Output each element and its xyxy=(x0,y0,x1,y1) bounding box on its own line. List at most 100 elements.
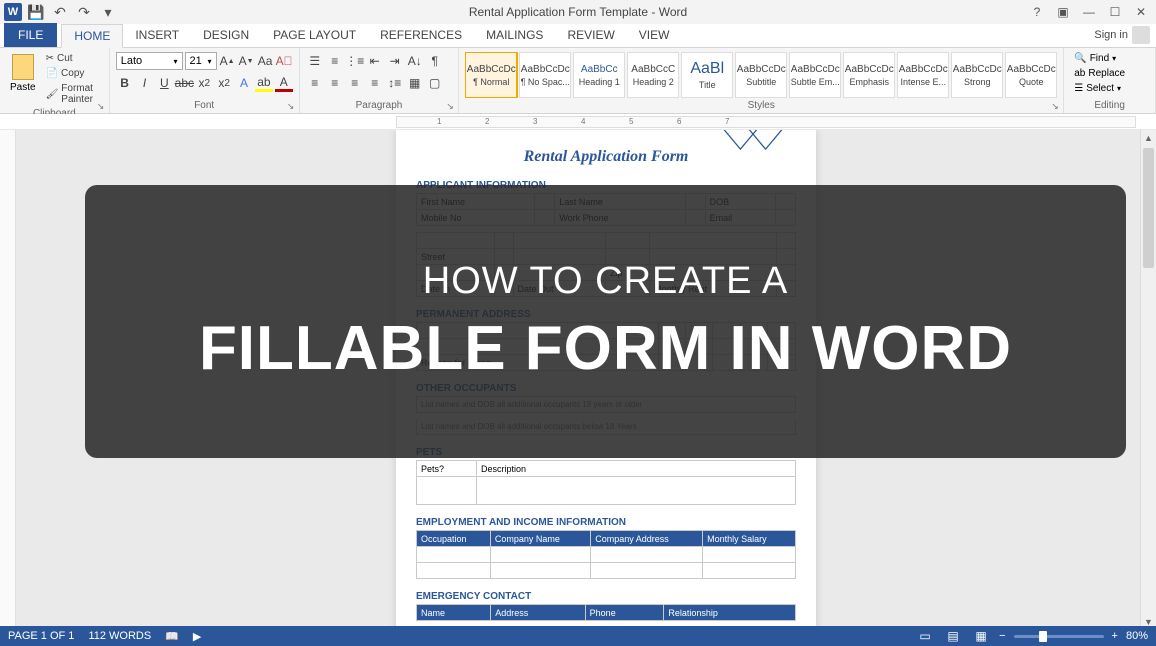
signin-link[interactable]: Sign in xyxy=(1094,26,1150,44)
page-indicator[interactable]: PAGE 1 OF 1 xyxy=(8,630,74,642)
tab-insert[interactable]: INSERT xyxy=(123,23,191,47)
employment-table: OccupationCompany NameCompany AddressMon… xyxy=(416,530,796,579)
group-editing: 🔍Find▾ abReplace ☰Select▾ Editing xyxy=(1064,48,1156,113)
style-subtitle[interactable]: AaBbCcDcSubtitle xyxy=(735,52,787,98)
minimize-icon[interactable]: — xyxy=(1078,2,1100,22)
italic-button[interactable]: I xyxy=(136,74,154,92)
numbering-icon[interactable]: ≡ xyxy=(326,52,344,70)
styles-label: Styles xyxy=(465,100,1057,111)
tab-file[interactable]: FILE xyxy=(4,23,57,47)
strikethrough-button[interactable]: abc xyxy=(175,74,193,92)
tab-references[interactable]: REFERENCES xyxy=(368,23,474,47)
overlay-title-line2: FILLABLE FORM IN WORD xyxy=(199,313,1012,384)
line-spacing-icon[interactable]: ↕≡ xyxy=(386,74,404,92)
tab-home[interactable]: HOME xyxy=(61,24,123,48)
tab-design[interactable]: DESIGN xyxy=(191,23,261,47)
style-intense-e-[interactable]: AaBbCcDcIntense E... xyxy=(897,52,949,98)
ribbon-tabs: FILE HOME INSERT DESIGN PAGE LAYOUT REFE… xyxy=(0,24,1156,48)
group-font: Lato▾ 21▾ A▲ A▼ Aa A⃠ B I U abc x2 x2 A … xyxy=(110,48,300,113)
tab-view[interactable]: VIEW xyxy=(627,23,682,47)
zoom-out-button[interactable]: − xyxy=(999,630,1005,642)
align-right-icon[interactable]: ≡ xyxy=(346,74,364,92)
spell-check-icon[interactable]: 📖 xyxy=(165,630,179,643)
replace-button[interactable]: abReplace xyxy=(1070,67,1149,80)
close-icon[interactable]: ✕ xyxy=(1130,2,1152,22)
ruler-horizontal[interactable]: 1234567 xyxy=(0,114,1156,130)
style-heading-2[interactable]: AaBbCcCHeading 2 xyxy=(627,52,679,98)
emergency-table: NameAddressPhoneRelationship xyxy=(416,604,796,621)
font-size-select[interactable]: 21▾ xyxy=(185,52,217,70)
align-center-icon[interactable]: ≡ xyxy=(326,74,344,92)
chevron-down-icon: ▾ xyxy=(174,57,178,66)
style-title[interactable]: AaBlTitle xyxy=(681,52,733,98)
show-marks-icon[interactable]: ¶ xyxy=(426,52,444,70)
underline-button[interactable]: U xyxy=(155,74,173,92)
font-launcher[interactable]: ↘ xyxy=(287,101,297,111)
justify-icon[interactable]: ≡ xyxy=(366,74,384,92)
tab-page-layout[interactable]: PAGE LAYOUT xyxy=(261,23,368,47)
paragraph-launcher[interactable]: ↘ xyxy=(446,101,456,111)
clear-format-icon[interactable]: A⃠ xyxy=(276,52,293,70)
borders-icon[interactable]: ▢ xyxy=(426,74,444,92)
cut-icon: ✂ xyxy=(46,53,54,64)
bullets-icon[interactable]: ☰ xyxy=(306,52,324,70)
sort-icon[interactable]: A↓ xyxy=(406,52,424,70)
save-icon[interactable]: 💾 xyxy=(26,2,46,22)
titlebar: W 💾 ↶ ↷ ▾ Rental Application Form Templa… xyxy=(0,0,1156,24)
copy-button[interactable]: 📄Copy xyxy=(44,67,103,80)
zoom-slider[interactable] xyxy=(1014,635,1104,638)
tab-mailings[interactable]: MAILINGS xyxy=(474,23,555,47)
maximize-icon[interactable]: ☐ xyxy=(1104,2,1126,22)
styles-launcher[interactable]: ↘ xyxy=(1051,101,1061,111)
scroll-up-icon[interactable]: ▲ xyxy=(1141,130,1156,146)
style-subtle-em-[interactable]: AaBbCcDcSubtle Em... xyxy=(789,52,841,98)
increase-indent-icon[interactable]: ⇥ xyxy=(386,52,404,70)
style-heading-1[interactable]: AaBbCcHeading 1 xyxy=(573,52,625,98)
superscript-button[interactable]: x2 xyxy=(215,74,233,92)
change-case-icon[interactable]: Aa xyxy=(257,52,274,70)
align-left-icon[interactable]: ≡ xyxy=(306,74,324,92)
ribbon-display-icon[interactable]: ▣ xyxy=(1052,2,1074,22)
redo-icon[interactable]: ↷ xyxy=(74,2,94,22)
paste-button[interactable]: Paste xyxy=(6,52,40,95)
find-icon: 🔍 xyxy=(1074,53,1086,64)
ruler-vertical[interactable] xyxy=(0,130,16,630)
shading-icon[interactable]: ▦ xyxy=(406,74,424,92)
style-strong[interactable]: AaBbCcDcStrong xyxy=(951,52,1003,98)
bold-button[interactable]: B xyxy=(116,74,134,92)
subscript-button[interactable]: x2 xyxy=(195,74,213,92)
format-painter-button[interactable]: 🖌Format Painter xyxy=(44,82,103,106)
scroll-thumb[interactable] xyxy=(1143,148,1154,268)
text-effects-icon[interactable]: A xyxy=(235,74,253,92)
ribbon: Paste ✂Cut 📄Copy 🖌Format Painter Clipboa… xyxy=(0,48,1156,114)
undo-icon[interactable]: ↶ xyxy=(50,2,70,22)
font-color-icon[interactable]: A xyxy=(275,74,293,92)
styles-gallery[interactable]: AaBbCcDc¶ NormalAaBbCcDc¶ No Spac...AaBb… xyxy=(465,52,1057,98)
style-emphasis[interactable]: AaBbCcDcEmphasis xyxy=(843,52,895,98)
font-name-select[interactable]: Lato▾ xyxy=(116,52,183,70)
print-layout-icon[interactable]: ▤ xyxy=(943,628,963,644)
zoom-in-button[interactable]: + xyxy=(1112,630,1118,642)
read-mode-icon[interactable]: ▭ xyxy=(915,628,935,644)
zoom-level[interactable]: 80% xyxy=(1126,630,1148,642)
cut-button[interactable]: ✂Cut xyxy=(44,52,103,65)
clipboard-launcher[interactable]: ↘ xyxy=(97,101,107,111)
word-count[interactable]: 112 WORDS xyxy=(88,630,151,642)
grow-font-icon[interactable]: A▲ xyxy=(219,52,236,70)
multilevel-icon[interactable]: ⋮≡ xyxy=(346,52,364,70)
select-button[interactable]: ☰Select▾ xyxy=(1070,82,1149,95)
qat-customize-icon[interactable]: ▾ xyxy=(98,2,118,22)
tab-review[interactable]: REVIEW xyxy=(555,23,626,47)
help-icon[interactable]: ? xyxy=(1026,2,1048,22)
style--normal[interactable]: AaBbCcDc¶ Normal xyxy=(465,52,517,98)
find-button[interactable]: 🔍Find▾ xyxy=(1070,52,1149,65)
decrease-indent-icon[interactable]: ⇤ xyxy=(366,52,384,70)
highlight-icon[interactable]: ab xyxy=(255,74,273,92)
macro-icon[interactable]: ▶ xyxy=(193,630,201,643)
zoom-thumb[interactable] xyxy=(1039,631,1047,642)
shrink-font-icon[interactable]: A▼ xyxy=(238,52,255,70)
scrollbar-vertical[interactable]: ▲ ▼ xyxy=(1140,130,1156,630)
style-quote[interactable]: AaBbCcDcQuote xyxy=(1005,52,1057,98)
style--no-spac-[interactable]: AaBbCcDc¶ No Spac... xyxy=(519,52,571,98)
web-layout-icon[interactable]: ▦ xyxy=(971,628,991,644)
